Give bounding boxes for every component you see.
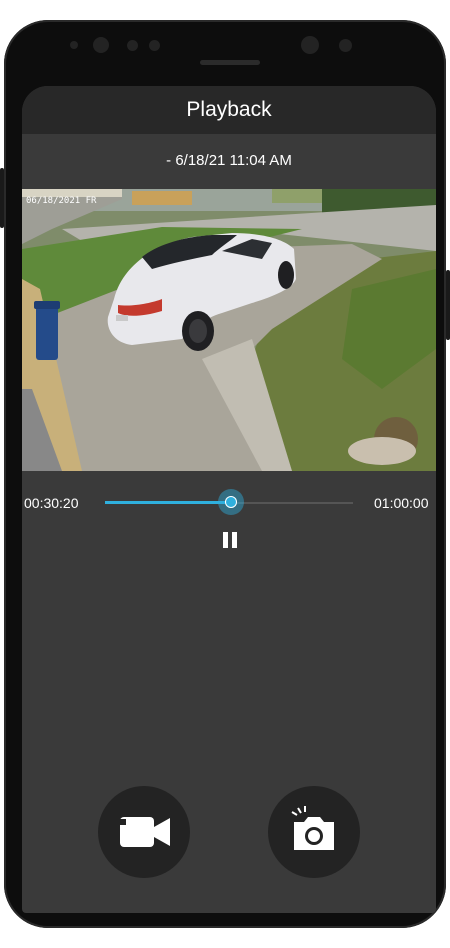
sensor-dot: [93, 37, 109, 53]
sensor-dot: [149, 40, 160, 51]
pause-icon-bar: [232, 532, 237, 548]
page-title: Playback: [186, 98, 272, 121]
pause-icon: [223, 532, 228, 548]
video-camera-icon: [118, 817, 170, 847]
total-time: 01:00:00: [374, 495, 429, 511]
sensor-dot: [127, 40, 138, 51]
recording-timestamp: - 6/18/21 11:04 AM: [166, 152, 292, 169]
sensor-dot: [339, 39, 352, 52]
phone-frame: Playback - 6/18/21 11:04 AM 06/18/2021 F…: [0, 20, 450, 928]
seek-progress: [105, 501, 232, 504]
earpiece-speaker: [200, 60, 260, 65]
seek-thumb[interactable]: [218, 489, 245, 515]
snapshot-button[interactable]: [268, 786, 360, 878]
video-frame: 06/18/2021 FR: [22, 189, 436, 471]
app-screen: Playback - 6/18/21 11:04 AM 06/18/2021 F…: [22, 86, 436, 913]
record-button[interactable]: [98, 786, 190, 878]
camera-snapshot-icon: [291, 806, 334, 850]
video-player[interactable]: 06/18/2021 FR: [22, 189, 436, 471]
volume-button: [0, 168, 4, 228]
pause-button[interactable]: [218, 530, 242, 552]
video-timestamp-overlay: 06/18/2021 FR: [26, 196, 97, 206]
power-button: [446, 270, 450, 340]
sensor-dot: [70, 41, 78, 49]
front-camera: [301, 36, 319, 54]
current-time: 00:30:20: [24, 495, 79, 511]
